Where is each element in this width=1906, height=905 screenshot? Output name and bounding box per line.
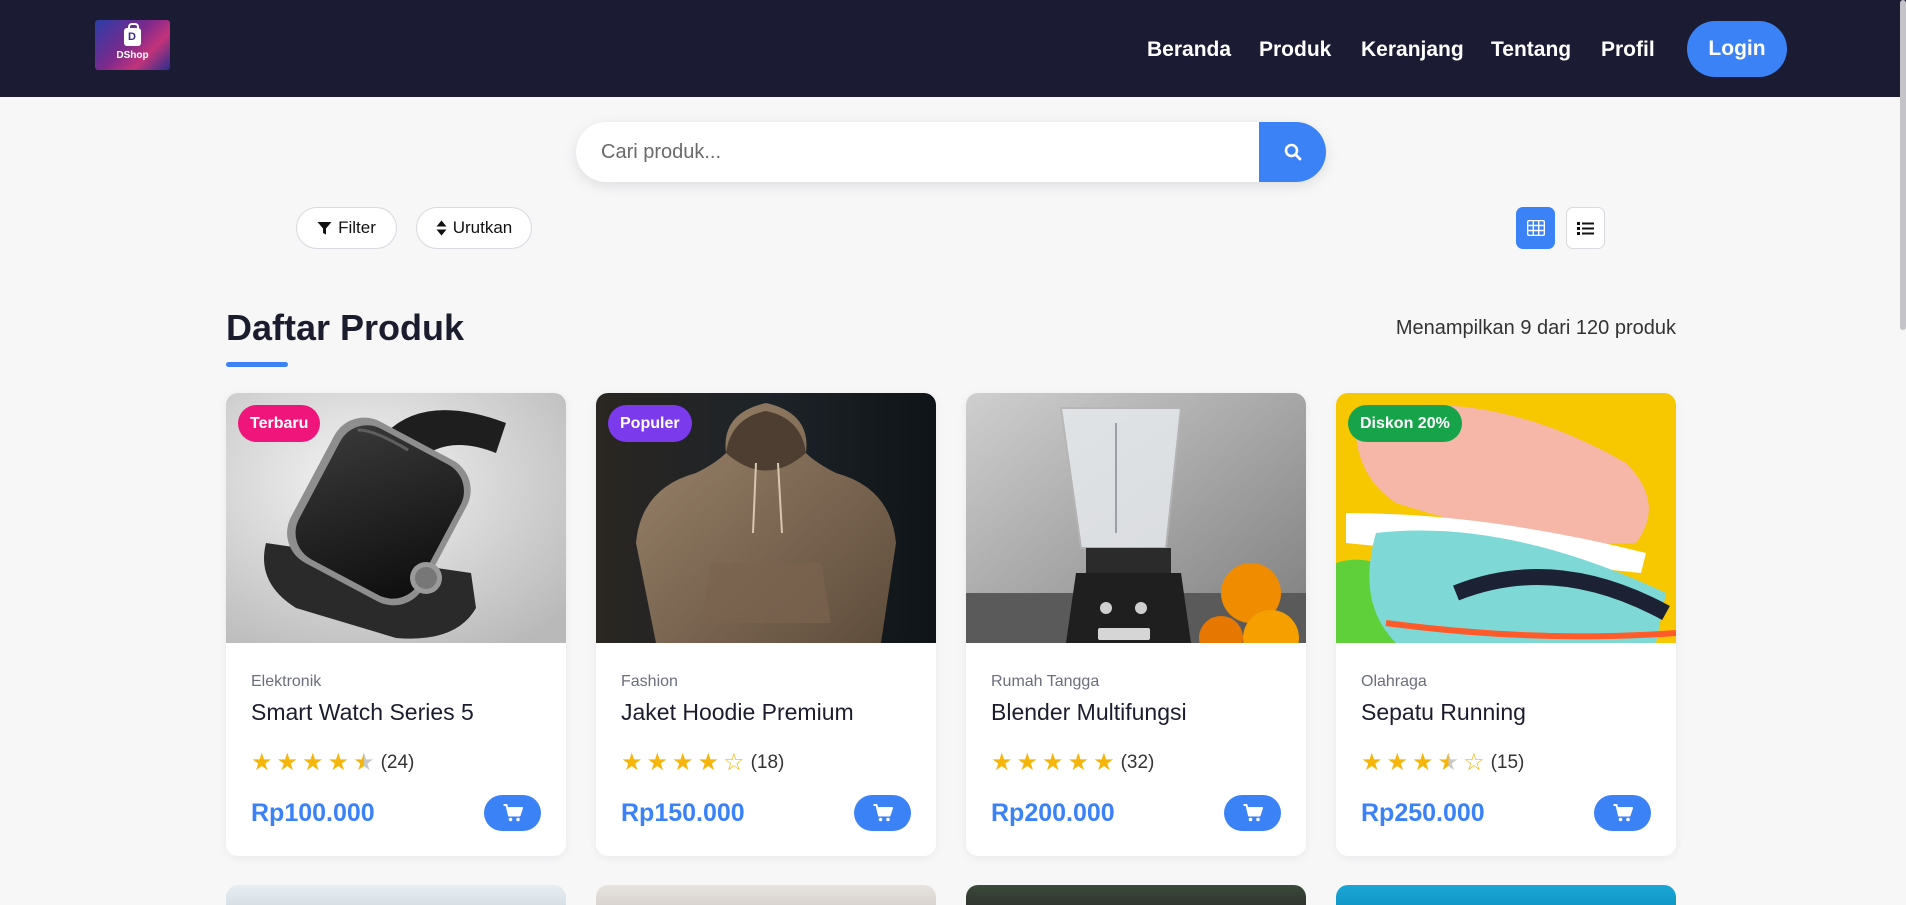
nav-link-tentang[interactable]: Tentang — [1491, 38, 1571, 62]
search-icon — [1284, 143, 1301, 161]
review-count: (18) — [750, 752, 785, 773]
navbar: D DShop Beranda Produk Keranjang Tentang… — [0, 0, 1906, 97]
star-icon: ★ — [1412, 749, 1434, 776]
sort-button[interactable]: Urutkan — [416, 207, 532, 249]
cart-icon — [1243, 804, 1263, 822]
review-count: (15) — [1490, 752, 1525, 773]
list-view-button[interactable] — [1566, 207, 1605, 249]
review-count: (32) — [1120, 752, 1155, 773]
product-card-peek[interactable] — [596, 885, 936, 905]
star-icon: ★ — [251, 749, 273, 776]
add-to-cart-button[interactable] — [1594, 795, 1651, 831]
add-to-cart-button[interactable] — [484, 795, 541, 831]
product-price: Rp100.000 — [251, 799, 375, 827]
dshop-logo[interactable]: D DShop — [95, 20, 170, 70]
star-icon: ★ — [1016, 749, 1039, 776]
grid-icon — [1526, 220, 1545, 236]
star-icon: ★ — [672, 749, 694, 776]
review-count: (24) — [380, 752, 415, 773]
cart-icon — [503, 804, 523, 822]
star-icon: ★ — [1386, 749, 1409, 776]
star-icon: ★ — [697, 749, 720, 776]
scrollbar[interactable] — [1900, 0, 1906, 330]
login-button[interactable]: Login — [1687, 21, 1787, 77]
star-rating: ★ ★ ★ ★ ☆ (18) — [621, 751, 784, 775]
star-icon: ★ — [991, 749, 1013, 776]
badge-populer: Populer — [608, 405, 692, 442]
product-card-peek[interactable] — [1336, 885, 1676, 905]
shopping-bag-icon: D — [124, 23, 141, 46]
product-name[interactable]: Jaket Hoodie Premium — [621, 698, 854, 726]
star-icon: ★ — [1067, 749, 1090, 776]
product-name[interactable]: Sepatu Running — [1361, 698, 1526, 726]
filter-button[interactable]: Filter — [296, 207, 397, 249]
star-icon: ★ — [1042, 749, 1064, 776]
search-button[interactable] — [1259, 122, 1326, 182]
star-rating: ★ ★ ★ ★ ★ (24) — [251, 751, 414, 775]
star-icon: ★ — [621, 749, 643, 776]
product-card[interactable]: Rumah Tangga Blender Multifungsi ★ ★ ★ ★ ★ (… — [966, 393, 1306, 856]
add-to-cart-button[interactable] — [1224, 795, 1281, 831]
half-star-icon: ★ — [353, 749, 375, 776]
product-price: Rp200.000 — [991, 799, 1115, 827]
product-image-blender[interactable] — [966, 393, 1306, 643]
star-icon: ★ — [1093, 749, 1115, 776]
sort-label: Urutkan — [452, 218, 513, 237]
search-bar — [576, 122, 1326, 182]
star-rating: ★ ★ ★ ★ ★ (32) — [991, 751, 1154, 775]
badge-diskon: Diskon 20% — [1348, 405, 1462, 442]
star-icon: ★ — [276, 749, 299, 776]
product-count: Menampilkan 9 dari 120 produk — [1395, 317, 1676, 339]
star-icon: ★ — [327, 749, 350, 776]
star-icon: ★ — [302, 749, 324, 776]
sort-icon — [436, 220, 447, 236]
nav-link-keranjang[interactable]: Keranjang — [1361, 38, 1464, 62]
star-icon: ★ — [1361, 749, 1383, 776]
star-rating: ★ ★ ★ ★ ☆ (15) — [1361, 751, 1524, 775]
nav-link-beranda[interactable]: Beranda — [1147, 38, 1231, 62]
product-price: Rp250.000 — [1361, 799, 1485, 827]
product-card[interactable]: Diskon 20% Olahraga Sepatu Running ★ ★ ★ ★ ☆… — [1336, 393, 1676, 856]
product-category: Fashion — [621, 673, 678, 690]
badge-terbaru: Terbaru — [238, 405, 321, 442]
grid-view-button[interactable] — [1516, 207, 1555, 249]
add-to-cart-button[interactable] — [854, 795, 911, 831]
product-category: Rumah Tangga — [991, 673, 1100, 690]
cart-icon — [1613, 804, 1633, 822]
filter-label: Filter — [338, 218, 376, 237]
page-title: Daftar Produk — [226, 307, 465, 348]
logo-text: DShop — [116, 50, 149, 61]
product-name[interactable]: Blender Multifungsi — [991, 698, 1187, 726]
product-card[interactable]: Terbaru Elektronik Smart Watch Series 5 … — [226, 393, 566, 856]
half-star-icon: ★ — [1437, 749, 1460, 776]
nav-link-profil[interactable]: Profil — [1601, 38, 1655, 62]
empty-star-icon: ☆ — [1463, 749, 1485, 776]
list-icon — [1577, 221, 1594, 235]
empty-star-icon: ☆ — [723, 749, 745, 776]
product-category: Olahraga — [1361, 673, 1427, 690]
search-input[interactable] — [576, 122, 1259, 182]
product-card-peek[interactable] — [966, 885, 1306, 905]
product-name[interactable]: Smart Watch Series 5 — [251, 698, 474, 726]
title-underline — [226, 362, 288, 367]
product-card[interactable]: Populer Fashion Jaket Hoodie Premium ★ ★ ★… — [596, 393, 936, 856]
nav-link-produk[interactable]: Produk — [1259, 38, 1331, 62]
product-category: Elektronik — [251, 673, 322, 690]
cart-icon — [873, 804, 893, 822]
star-icon: ★ — [646, 749, 669, 776]
product-price: Rp150.000 — [621, 799, 745, 827]
filter-icon — [317, 221, 332, 234]
product-card-peek[interactable] — [226, 885, 566, 905]
